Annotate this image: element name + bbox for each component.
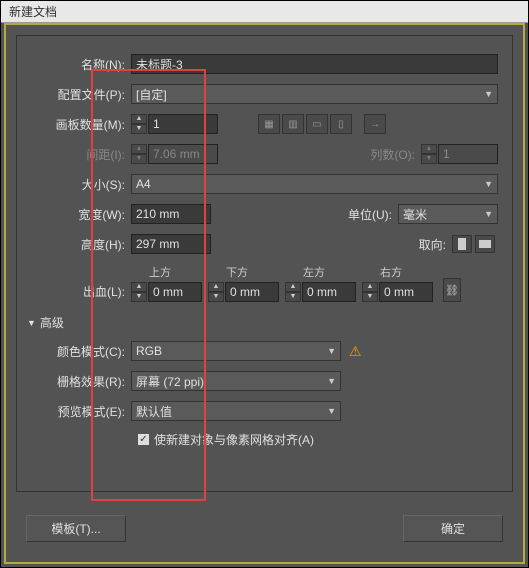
chevron-down-icon: ▼	[484, 89, 493, 99]
profile-label: 配置文件(P):	[31, 86, 131, 103]
colormode-dropdown[interactable]: RGB ▼	[131, 341, 341, 361]
arrange-col-icon[interactable]: ▯	[330, 114, 352, 134]
arrange-grid-row-icon[interactable]: ▦	[258, 114, 280, 134]
colormode-label: 颜色模式(C):	[31, 343, 131, 360]
spacing-label: 间距(I):	[31, 146, 131, 163]
button-bar: 模板(T)... 确定	[26, 515, 503, 542]
profile-value: [自定]	[136, 86, 167, 103]
arrange-grid-col-icon[interactable]: ▥	[282, 114, 304, 134]
align-grid-checkbox[interactable]: ✓	[137, 433, 150, 446]
profile-dropdown[interactable]: [自定] ▼	[131, 84, 498, 104]
preview-dropdown[interactable]: 默认值 ▼	[131, 401, 341, 421]
raster-dropdown[interactable]: 屏幕 (72 ppi) ▼	[131, 371, 341, 391]
bleed-left-input[interactable]	[302, 282, 356, 302]
ok-button[interactable]: 确定	[403, 515, 503, 542]
preview-label: 预览模式(E):	[31, 403, 131, 420]
bleed-left-stepper[interactable]: ▲▼	[285, 282, 301, 302]
chevron-down-icon: ▼	[484, 209, 493, 219]
name-label: 名称(N):	[31, 56, 131, 73]
size-value: A4	[136, 177, 151, 191]
spacing-stepper: ▲▼	[131, 144, 147, 164]
preview-value: 默认值	[136, 403, 172, 420]
warning-icon: ⚠	[349, 343, 362, 360]
advanced-header-label: 高级	[40, 314, 64, 331]
chevron-down-icon: ▼	[327, 346, 336, 356]
width-input[interactable]	[131, 204, 211, 224]
new-document-dialog: 新建文档 名称(N): 配置文件(P): [自定] ▼ 画板数量(M): ▲▼	[0, 0, 529, 568]
orientation-landscape-button[interactable]	[475, 235, 495, 253]
chevron-down-icon: ▼	[327, 376, 336, 386]
arrange-arrow-icon[interactable]: →	[364, 114, 386, 134]
units-label: 单位(U):	[328, 206, 398, 223]
arrange-row-icon[interactable]: ▭	[306, 114, 328, 134]
orientation-portrait-button[interactable]	[452, 235, 472, 253]
width-label: 宽度(W):	[31, 206, 131, 223]
link-bleed-icon[interactable]: ⛓	[443, 278, 461, 302]
dialog-frame: 名称(N): 配置文件(P): [自定] ▼ 画板数量(M): ▲▼ ▦ ▥ ▭	[4, 23, 525, 564]
height-input[interactable]	[131, 234, 211, 254]
bleed-top-label: 上方	[131, 264, 171, 280]
bleed-bottom-input[interactable]	[225, 282, 279, 302]
bleed-right-stepper[interactable]: ▲▼	[362, 282, 378, 302]
columns-stepper: ▲▼	[421, 144, 437, 164]
template-button[interactable]: 模板(T)...	[26, 515, 126, 542]
bleed-bottom-stepper[interactable]: ▲▼	[208, 282, 224, 302]
bleed-top-input[interactable]	[148, 282, 202, 302]
bleed-bottom-label: 下方	[208, 264, 248, 280]
name-input[interactable]	[131, 54, 498, 74]
artboards-label: 画板数量(M):	[31, 116, 131, 133]
window-title: 新建文档	[9, 5, 57, 19]
spacing-input	[148, 144, 218, 164]
bleed-right-label: 右方	[362, 264, 402, 280]
advanced-section-toggle[interactable]: ▼ 高级	[27, 314, 498, 331]
bleed-label: 出血(L):	[31, 283, 131, 302]
size-label: 大小(S):	[31, 176, 131, 193]
units-dropdown[interactable]: 毫米 ▼	[398, 204, 498, 224]
artboards-input[interactable]	[148, 114, 218, 134]
raster-label: 栅格效果(R):	[31, 373, 131, 390]
units-value: 毫米	[403, 206, 427, 223]
raster-value: 屏幕 (72 ppi)	[136, 373, 204, 390]
size-dropdown[interactable]: A4 ▼	[131, 174, 498, 194]
align-grid-label: 使新建对象与像素网格对齐(A)	[154, 431, 314, 448]
bleed-right-input[interactable]	[379, 282, 433, 302]
height-label: 高度(H):	[31, 236, 131, 253]
triangle-down-icon: ▼	[27, 318, 36, 328]
artboards-stepper[interactable]: ▲▼	[131, 114, 147, 134]
form-area: 名称(N): 配置文件(P): [自定] ▼ 画板数量(M): ▲▼ ▦ ▥ ▭	[16, 35, 513, 492]
orientation-label: 取向:	[402, 236, 452, 253]
columns-label: 列数(O):	[351, 146, 421, 163]
bleed-left-label: 左方	[285, 264, 325, 280]
chevron-down-icon: ▼	[327, 406, 336, 416]
title-bar: 新建文档	[1, 1, 528, 23]
bleed-top-stepper[interactable]: ▲▼	[131, 282, 147, 302]
chevron-down-icon: ▼	[484, 179, 493, 189]
colormode-value: RGB	[136, 344, 162, 358]
columns-input	[438, 144, 498, 164]
